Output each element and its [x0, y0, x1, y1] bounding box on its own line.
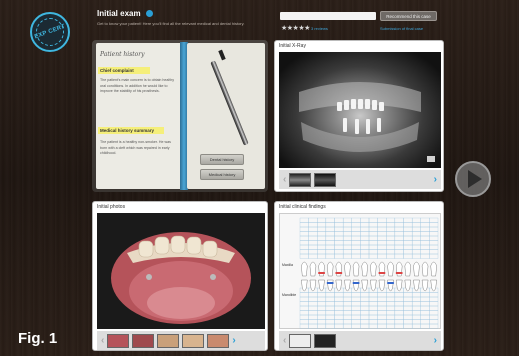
play-triangle	[468, 170, 482, 188]
medical-history-label: Medical history summary	[98, 127, 164, 134]
findings-thumb[interactable]	[289, 333, 312, 348]
dental-history-button[interactable]: Dental history	[200, 154, 244, 165]
play-icon[interactable]	[455, 161, 491, 197]
findings-thumb[interactable]	[314, 333, 337, 348]
page-title: Initial exam	[97, 9, 141, 18]
findings-panel-title: Initial clinical findings	[279, 204, 326, 210]
photos-thumbnail-strip: ‹ ›	[97, 331, 265, 350]
page-title-row: Initial exam	[97, 9, 153, 18]
recommend-input[interactable]	[280, 12, 376, 20]
photo-thumb[interactable]	[207, 333, 230, 348]
chevron-left-icon[interactable]: ‹	[283, 174, 286, 185]
photo-thumb[interactable]	[157, 333, 180, 348]
panoramic-xray-image[interactable]	[279, 52, 441, 168]
recommend-button[interactable]: Recommend this case	[380, 11, 437, 21]
intraoral-photo[interactable]	[97, 213, 265, 329]
rating-stars[interactable]: ★★★★★	[281, 24, 310, 32]
chevron-right-icon[interactable]: ›	[434, 174, 437, 185]
xray-thumb[interactable]	[314, 172, 337, 187]
page-subtitle: Get to know your patient! Here you'll fi…	[97, 21, 245, 26]
patient-history-title: Patient history	[100, 51, 145, 58]
book-left-page	[96, 43, 182, 189]
medical-history-text: The patient is a healthy non-smoker. He …	[100, 140, 171, 155]
clinical-findings-panel: Initial clinical findings Maxilla Mandib…	[274, 201, 444, 351]
chevron-left-icon[interactable]: ‹	[283, 335, 286, 346]
info-icon[interactable]	[145, 10, 153, 17]
medical-history-button[interactable]: Medical history	[200, 169, 244, 180]
photos-panel-title: Initial photos	[97, 204, 126, 210]
book-right-page	[187, 43, 265, 189]
chevron-left-icon[interactable]: ‹	[101, 335, 104, 346]
photo-thumb[interactable]	[182, 333, 205, 348]
intraoral-photo-detail	[97, 213, 265, 329]
chief-complaint-text: The patient's main concern is to obtain …	[100, 78, 175, 93]
xray-detail	[299, 82, 435, 162]
xray-panel-title: Initial X-Ray	[279, 43, 306, 49]
chief-complaint-label: Chief complaint	[98, 67, 150, 74]
chevron-right-icon[interactable]: ›	[232, 335, 235, 346]
dental-chart[interactable]: Maxilla Mandible	[279, 213, 441, 329]
certification-seal-icon: EXP CERT	[30, 12, 70, 52]
photo-thumb[interactable]	[132, 333, 155, 348]
dental-chart-drawing	[299, 217, 439, 329]
findings-thumbnail-strip: ‹ ›	[279, 331, 441, 350]
logo-text: EXP CERT	[33, 23, 67, 41]
xray-thumb[interactable]	[289, 172, 312, 187]
reviews-link[interactable]: 3 reviews	[311, 26, 328, 31]
mandible-label: Mandible	[282, 293, 297, 297]
photo-thumb[interactable]	[107, 333, 130, 348]
xray-panel: Initial X-Ray ‹ ›	[274, 40, 444, 192]
chevron-right-icon[interactable]: ›	[434, 335, 437, 346]
photos-panel: Initial photos ‹ ›	[92, 201, 268, 351]
submission-link[interactable]: Submission of final case	[380, 26, 423, 31]
figure-label: Fig. 1	[18, 330, 58, 347]
xray-thumbnail-strip: ‹ ›	[279, 170, 441, 189]
maxilla-label: Maxilla	[282, 263, 293, 267]
